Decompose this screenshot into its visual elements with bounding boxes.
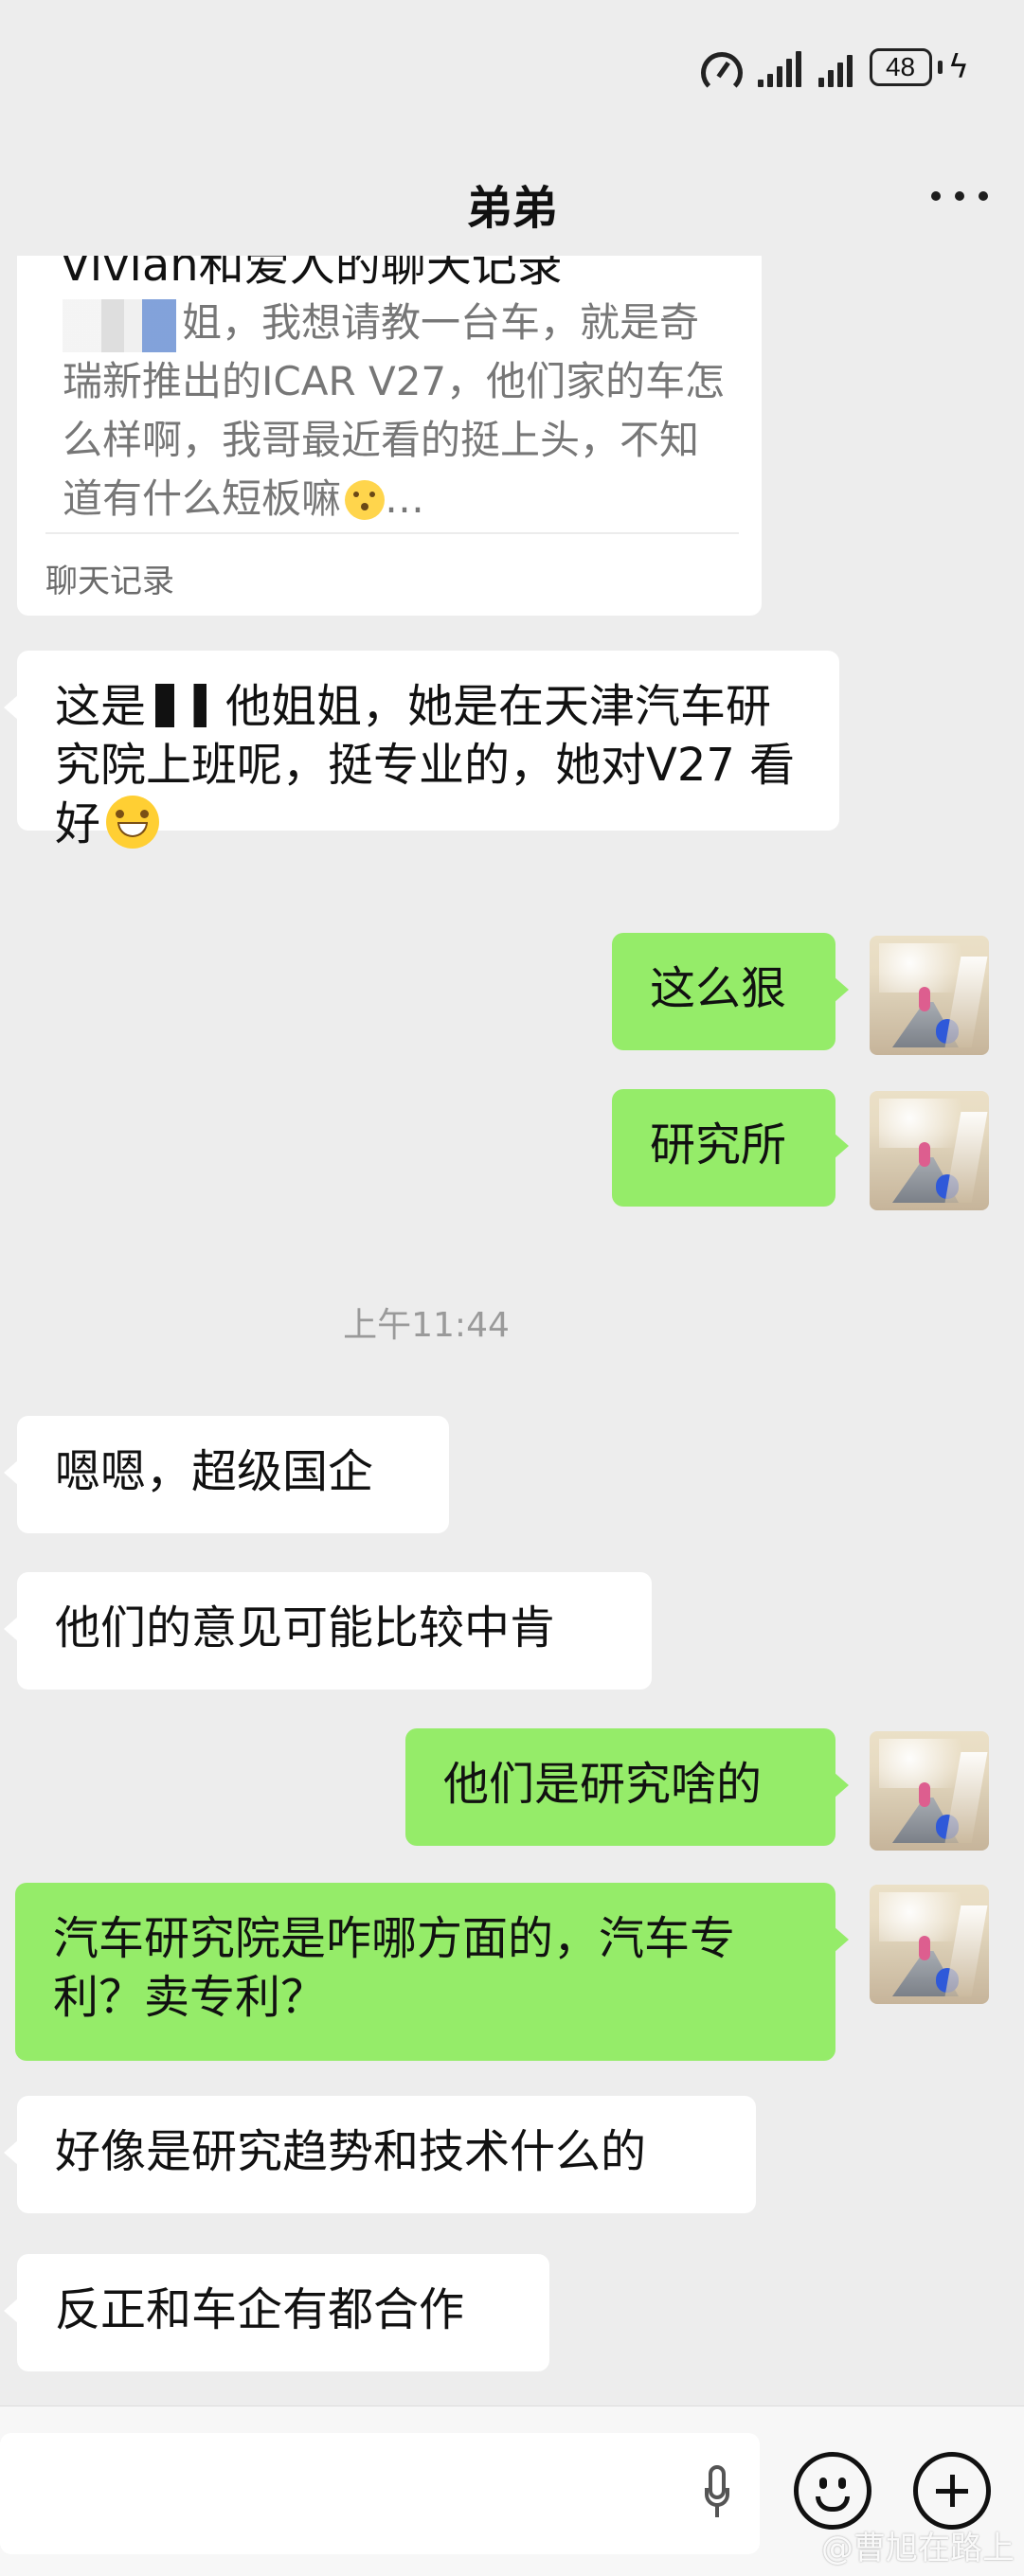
message-text: 这么狠 [650, 962, 787, 1015]
forwarded-chat-card[interactable]: Vivian和爱人的聊天记录 姐，我想请教一台车，就是奇瑞新推出的ICAR V2… [17, 256, 762, 616]
add-icon[interactable] [913, 2452, 991, 2530]
user-avatar[interactable] [870, 936, 989, 1055]
blurred-name [63, 298, 176, 352]
more-icon[interactable] [931, 191, 988, 203]
chat-title: 弟弟 [466, 184, 558, 234]
card-divider [45, 532, 739, 534]
message-bubble[interactable]: 好像是研究趋势和技术什么的 [4, 2096, 756, 2213]
blurred-name [146, 684, 226, 727]
user-avatar[interactable] [870, 1091, 989, 1210]
battery-tip [937, 61, 943, 74]
signal-icon-2 [817, 47, 853, 87]
speed-icon [699, 48, 743, 94]
user-avatar[interactable] [870, 1731, 989, 1851]
message-bubble[interactable]: 这么狠 [612, 933, 849, 1050]
forwarded-chat-title: Vivian和爱人的聊天记录 [60, 256, 563, 292]
message-bubble[interactable]: 他们的意见可能比较中肯 [4, 1572, 652, 1690]
forwarded-chat-preview: 姐，我想请教一台车，就是奇瑞新推出的ICAR V27，他们家的车怎么样啊，我哥最… [63, 294, 735, 528]
message-text: 嗯嗯，超级国企 [55, 1445, 374, 1498]
watermark: @曹旭在路上 [821, 2530, 1015, 2567]
forwarded-preview-ellipsis: … [385, 475, 425, 522]
battery-indicator: 48 ϟ [869, 48, 969, 86]
user-avatar[interactable] [870, 1885, 989, 2004]
chat-header: 弟弟 [0, 133, 1024, 256]
message-bubble[interactable]: 汽车研究院是咋哪方面的，汽车专利？卖专利？ [15, 1883, 849, 2061]
charging-icon: ϟ [947, 48, 969, 86]
emoji-icon[interactable] [794, 2452, 871, 2530]
message-timestamp: 上午11:44 [343, 1306, 510, 1345]
message-input-bar: @曹旭在路上 [0, 2406, 1024, 2576]
message-input[interactable] [0, 2433, 760, 2554]
message-bubble[interactable]: 研究所 [612, 1089, 849, 1207]
thinking-emoji-icon [345, 480, 386, 520]
status-bar: 48 ϟ [0, 0, 1024, 133]
battery-level: 48 [869, 48, 932, 86]
message-text: 好像是研究趋势和技术什么的 [55, 2125, 647, 2178]
grinning-emoji-icon [106, 796, 160, 849]
message-text: 研究所 [650, 1118, 787, 1172]
status-icons: 48 ϟ [699, 47, 969, 94]
chat-record-label: 聊天记录 [45, 563, 174, 600]
signal-icon [757, 47, 801, 87]
microphone-icon[interactable] [701, 2465, 733, 2522]
message-bubble[interactable]: 反正和车企有都合作 [4, 2254, 549, 2371]
message-text: 他们是研究啥的 [443, 1758, 763, 1811]
message-bubble[interactable]: 这是 他姐姐，她是在天津汽车研究院上班呢，挺专业的，她对V27 看好 [4, 651, 839, 850]
message-bubble[interactable]: 他们是研究啥的 [405, 1728, 849, 1846]
chat-history[interactable]: Vivian和爱人的聊天记录 姐，我想请教一台车，就是奇瑞新推出的ICAR V2… [0, 256, 1024, 2406]
message-text: 他们的意见可能比较中肯 [55, 1601, 556, 1655]
message-text: 反正和车企有都合作 [55, 2283, 465, 2336]
message-bubble[interactable]: 嗯嗯，超级国企 [4, 1416, 449, 1533]
message-text: 汽车研究院是咋哪方面的，汽车专利？卖专利？ [53, 1912, 736, 2024]
message-text: 这是 [55, 680, 147, 733]
